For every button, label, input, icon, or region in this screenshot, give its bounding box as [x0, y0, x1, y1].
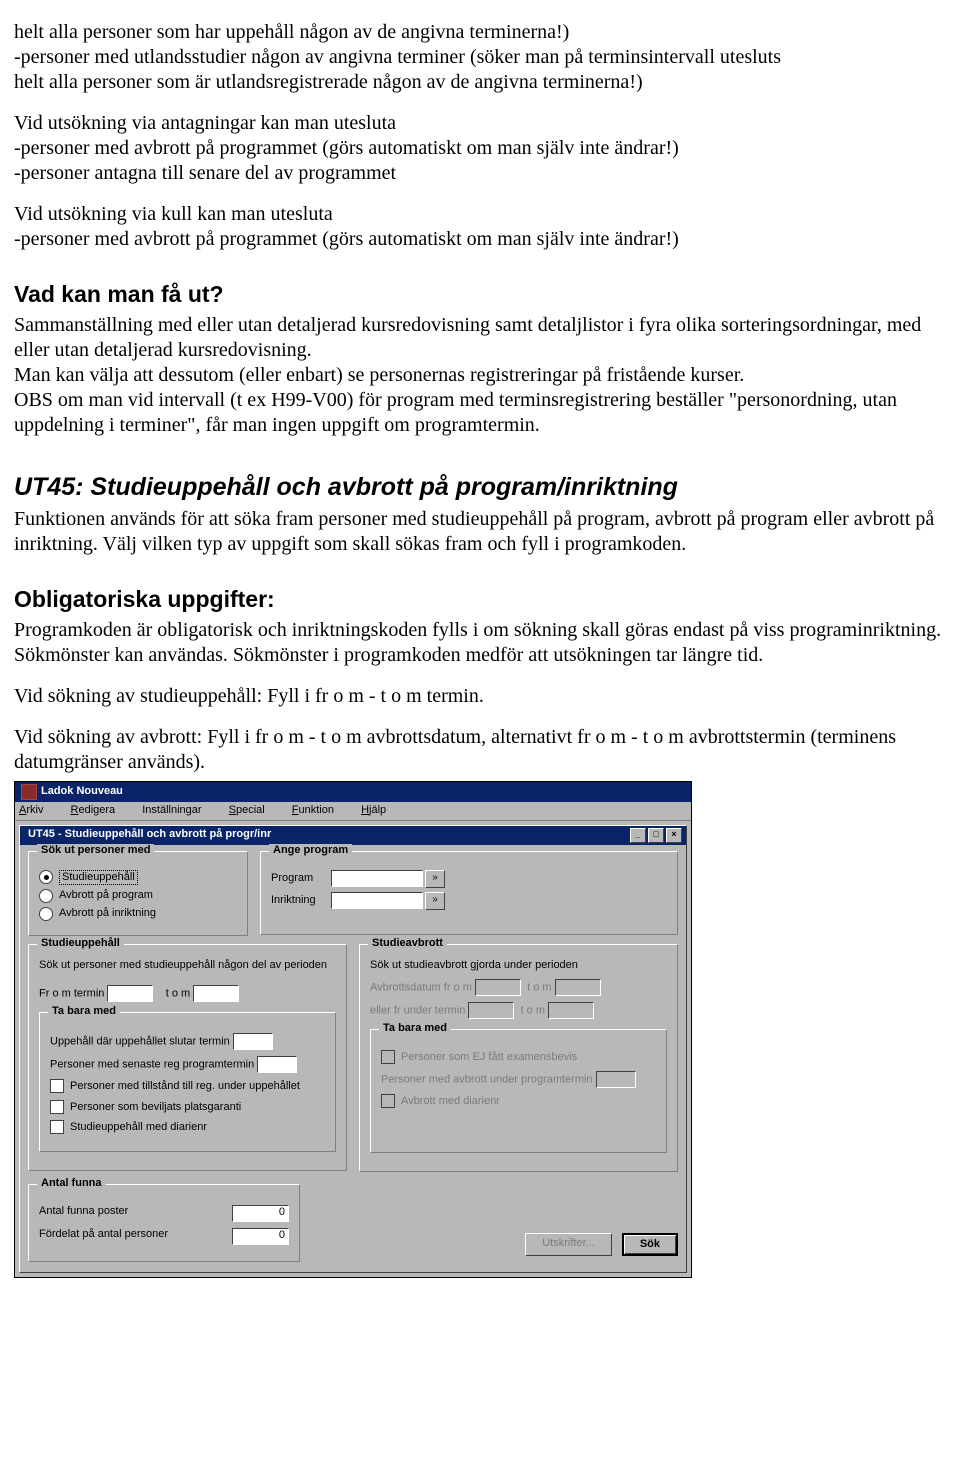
label-antal-personer: Fördelat på antal personer	[39, 1228, 168, 1245]
input-program[interactable]	[331, 870, 423, 887]
label-program: Program	[271, 872, 331, 886]
group-ta-bara-med-left: Ta bara med Uppehåll där uppehållet slut…	[39, 1012, 336, 1152]
check-avbrott-diarienr	[381, 1094, 395, 1108]
heading-obligatoriska: Obligatoriska uppgifter:	[14, 585, 944, 614]
ladok-window: Ladok Nouveau Arkiv Redigera Inställning…	[14, 781, 692, 1279]
legend: Ange program	[269, 844, 352, 858]
paragraph: Vid sökning av studieuppehåll: Fyll i fr…	[14, 684, 944, 709]
paragraph: Vid utsökning via antagningar kan man ut…	[14, 111, 944, 186]
dropdown-inriktning-icon[interactable]: »	[425, 892, 445, 910]
menu-hjalp[interactable]: Hjälp	[361, 804, 398, 816]
legend: Studieuppehåll	[37, 937, 124, 951]
group-studieavbrott: Studieavbrott Sök ut studieavbrott gjord…	[359, 944, 678, 1172]
check-ej-examen	[381, 1050, 395, 1064]
radio-icon	[39, 870, 53, 884]
paragraph: Vid sökning av avbrott: Fyll i fr o m - …	[14, 725, 944, 775]
menu-arkiv[interactable]: Arkiv	[19, 804, 55, 816]
app-icon	[21, 784, 37, 800]
paragraph: Funktionen används för att söka fram per…	[14, 507, 944, 557]
group-ta-bara-med-right: Ta bara med Personer som EJ fått examens…	[370, 1029, 667, 1153]
legend: Studieavbrott	[368, 937, 447, 951]
label-avbrdatum-tom: t o m	[527, 981, 551, 993]
label-avbrtermin-tom: t o m	[521, 1004, 545, 1016]
paragraph: helt alla personer som har uppehåll någo…	[14, 20, 944, 95]
label-avbrott-termin: Personer med avbrott under programtermin	[381, 1073, 593, 1085]
check-tillstand[interactable]	[50, 1079, 64, 1093]
dropdown-program-icon[interactable]: »	[425, 870, 445, 888]
paragraph: Sammanställning med eller utan detaljera…	[14, 313, 944, 438]
line-senaste-reg: Personer med senaste reg programtermin	[50, 1056, 325, 1073]
input-avbrott-termin	[596, 1071, 636, 1088]
check-label: Personer som EJ fått examensbevis	[401, 1051, 577, 1063]
app-title-bar: Ladok Nouveau	[15, 782, 691, 802]
input-avbrtermin-tom	[548, 1002, 594, 1019]
group-ange-program: Ange program Program » Inriktning »	[260, 851, 678, 935]
help-text: Sök ut personer med studieuppehåll någon…	[39, 959, 336, 973]
input-avbrtermin-from	[468, 1002, 514, 1019]
group-studieuppehall: Studieuppehåll Sök ut personer med studi…	[28, 944, 347, 1171]
group-sok-ut-personer: Sök ut personer med Studieuppehåll Avbro…	[28, 851, 248, 937]
maximize-icon[interactable]: □	[648, 828, 664, 843]
ut45-title: UT45 - Studieuppehåll och avbrott på pro…	[28, 828, 271, 842]
input-tom-termin[interactable]	[193, 985, 239, 1002]
check-label: Personer med tillstånd till reg. under u…	[70, 1080, 300, 1092]
menu-special[interactable]: Special	[229, 804, 277, 816]
check-label: Studieuppehåll med diarienr	[70, 1121, 207, 1133]
label-avbrdatum-from: Avbrottsdatum fr o m	[370, 981, 472, 993]
check-platsgaranti[interactable]	[50, 1100, 64, 1114]
input-avbrdatum-tom	[555, 979, 601, 996]
ut45-title-bar: UT45 - Studieuppehåll och avbrott på pro…	[20, 826, 686, 845]
radio-avbrott-program[interactable]: Avbrott på program	[39, 889, 237, 903]
paragraph: Vid utsökning via kull kan man utesluta …	[14, 202, 944, 252]
label-inriktning: Inriktning	[271, 894, 331, 908]
menu-redigera[interactable]: Redigera	[71, 804, 128, 816]
group-antal-funna: Antal funna Antal funna poster 0 Fördela…	[28, 1184, 300, 1262]
heading-ut45: UT45: Studieuppehåll och avbrott på prog…	[14, 472, 944, 503]
minimize-icon[interactable]: _	[630, 828, 646, 843]
app-title: Ladok Nouveau	[41, 785, 123, 799]
radio-label: Avbrott på inriktning	[59, 907, 156, 921]
value-antal-personer: 0	[232, 1228, 289, 1245]
button-utskrifter: Utskrifter...	[525, 1233, 612, 1257]
label-tom: t o m	[166, 987, 190, 999]
legend: Ta bara med	[48, 1005, 120, 1019]
legend: Antal funna	[37, 1177, 106, 1191]
menu-bar[interactable]: Arkiv Redigera Inställningar Special Fun…	[15, 802, 691, 821]
menu-funktion[interactable]: Funktion	[292, 804, 346, 816]
ut45-window: UT45 - Studieuppehåll och avbrott på pro…	[19, 825, 687, 1274]
check-diarienr[interactable]	[50, 1120, 64, 1134]
help-text: Sök ut studieavbrott gjorda under period…	[370, 959, 667, 973]
line-uppehall-slutar: Uppehåll där uppehållet slutar termin	[50, 1033, 325, 1050]
label-avbrtermin-from: eller fr under termin	[370, 1004, 465, 1016]
input-inriktning[interactable]	[331, 892, 423, 909]
label-antal-poster: Antal funna poster	[39, 1205, 128, 1222]
radio-label: Avbrott på program	[59, 889, 153, 903]
legend: Ta bara med	[379, 1022, 451, 1036]
heading-vad-kan-man-fa-ut: Vad kan man få ut?	[14, 280, 944, 309]
check-label: Personer som beviljats platsgaranti	[70, 1101, 241, 1113]
button-sok[interactable]: Sök	[622, 1233, 678, 1257]
radio-icon	[39, 889, 53, 903]
check-label: Avbrott med diarienr	[401, 1095, 500, 1107]
input-uppehall-slutar[interactable]	[233, 1033, 273, 1050]
input-from-termin[interactable]	[107, 985, 153, 1002]
input-senaste-reg[interactable]	[257, 1056, 297, 1073]
paragraph: Programkoden är obligatorisk och inriktn…	[14, 618, 944, 668]
close-icon[interactable]: ×	[666, 828, 682, 843]
value-antal-poster: 0	[232, 1205, 289, 1222]
input-avbrdatum-from	[475, 979, 521, 996]
radio-avbrott-inriktning[interactable]: Avbrott på inriktning	[39, 907, 237, 921]
legend: Sök ut personer med	[37, 844, 154, 858]
radio-icon	[39, 907, 53, 921]
radio-label: Studieuppehåll	[59, 870, 138, 886]
radio-studieuppehall[interactable]: Studieuppehåll	[39, 870, 237, 886]
label-from-termin: Fr o m termin	[39, 987, 104, 999]
menu-installningar[interactable]: Inställningar	[142, 804, 213, 816]
